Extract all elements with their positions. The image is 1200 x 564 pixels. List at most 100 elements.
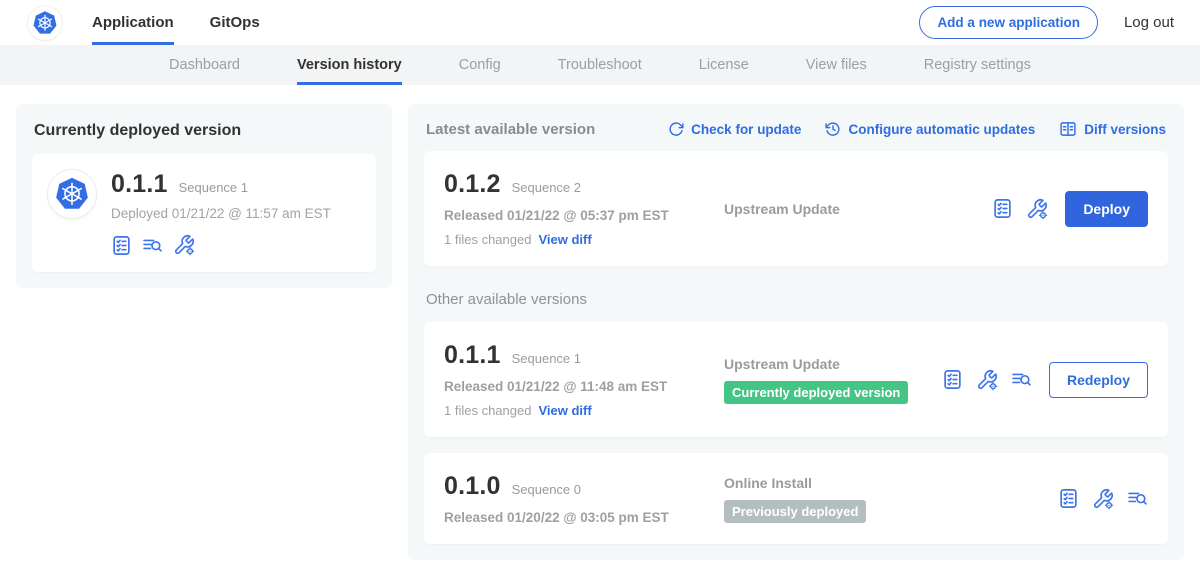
check-for-update-icon xyxy=(668,121,684,137)
deploy-logs-icon[interactable] xyxy=(1127,488,1148,509)
update-actions: Check for update Configure automatic upd… xyxy=(668,120,1166,138)
version-source-col: Upstream Update xyxy=(724,201,992,217)
add-application-button[interactable]: Add a new application xyxy=(919,6,1098,39)
version-line: 0.1.2 Sequence 2 xyxy=(444,170,724,199)
deployed-version-info: 0.1.1 Sequence 1 Deployed 01/21/22 @ 11:… xyxy=(111,170,331,256)
deployed-version-line: 0.1.1 Sequence 1 xyxy=(111,170,331,199)
preflight-checks-icon[interactable] xyxy=(992,198,1013,219)
app-icon-badge xyxy=(48,170,96,218)
version-row-0-1-2: 0.1.2 Sequence 2 Released 01/21/22 @ 05:… xyxy=(424,151,1168,266)
diff-versions-icon xyxy=(1059,120,1077,138)
tab-gitops-label: GitOps xyxy=(210,14,260,31)
subnav-view-files[interactable]: View files xyxy=(806,45,867,85)
logout-button[interactable]: Log out xyxy=(1124,14,1174,31)
version-sequence: Sequence 0 xyxy=(512,482,581,497)
subnav-version-history-label: Version history xyxy=(297,57,402,73)
subnav-troubleshoot-label: Troubleshoot xyxy=(558,57,642,73)
version-released: Released 01/21/22 @ 11:48 am EST xyxy=(444,379,724,394)
available-versions-panel: Latest available version Check for updat… xyxy=(408,104,1184,560)
version-source-col: Upstream Update Currently deployed versi… xyxy=(724,356,942,404)
subnav-registry-settings[interactable]: Registry settings xyxy=(924,45,1031,85)
check-for-update-link[interactable]: Check for update xyxy=(668,121,801,137)
version-source: Online Install xyxy=(724,475,1058,491)
currently-deployed-title: Currently deployed version xyxy=(34,122,374,140)
version-sequence: Sequence 1 xyxy=(512,351,581,366)
version-files-row: 1 files changed View diff xyxy=(444,232,724,247)
configure-automatic-updates-label: Configure automatic updates xyxy=(848,122,1035,137)
edit-config-icon[interactable] xyxy=(976,369,998,391)
tab-application-label: Application xyxy=(92,14,174,31)
latest-available-title: Latest available version xyxy=(426,121,595,138)
configure-automatic-updates-icon xyxy=(825,121,841,137)
version-actions: Deploy xyxy=(992,191,1148,227)
app-header: Application GitOps Add a new application… xyxy=(0,0,1200,45)
tab-gitops[interactable]: GitOps xyxy=(210,0,260,45)
files-changed: 1 files changed xyxy=(444,232,531,247)
preflight-checks-icon[interactable] xyxy=(942,369,963,390)
view-diff-link[interactable]: View diff xyxy=(538,232,591,247)
version-row-0-1-0: 0.1.0 Sequence 0 Released 01/20/22 @ 03:… xyxy=(424,453,1168,544)
main-content: Currently deployed version 0.1.1 Sequenc… xyxy=(0,85,1200,560)
subnav-troubleshoot[interactable]: Troubleshoot xyxy=(558,45,642,85)
subnav-config[interactable]: Config xyxy=(459,45,501,85)
currently-deployed-card: 0.1.1 Sequence 1 Deployed 01/21/22 @ 11:… xyxy=(32,154,376,272)
diff-versions-link[interactable]: Diff versions xyxy=(1059,120,1166,138)
configure-automatic-updates-link[interactable]: Configure automatic updates xyxy=(825,121,1035,137)
subnav-registry-settings-label: Registry settings xyxy=(924,57,1031,73)
preflight-checks-icon[interactable] xyxy=(1058,488,1079,509)
version-row-0-1-1: 0.1.1 Sequence 1 Released 01/21/22 @ 11:… xyxy=(424,322,1168,437)
version-info: 0.1.1 Sequence 1 Released 01/21/22 @ 11:… xyxy=(444,341,724,418)
check-for-update-label: Check for update xyxy=(691,122,801,137)
other-available-title: Other available versions xyxy=(426,291,1166,308)
kubernetes-icon xyxy=(32,10,58,36)
version-number: 0.1.1 xyxy=(444,341,501,370)
subnav-license-label: License xyxy=(699,57,749,73)
diff-versions-label: Diff versions xyxy=(1084,122,1166,137)
subnav-dashboard-label: Dashboard xyxy=(169,57,240,73)
files-changed: 1 files changed xyxy=(444,403,531,418)
subnav-license[interactable]: License xyxy=(699,45,749,85)
subnav-dashboard[interactable]: Dashboard xyxy=(169,45,240,85)
header-spacer xyxy=(260,0,920,45)
currently-deployed-badge: Currently deployed version xyxy=(724,381,908,404)
previously-deployed-badge: Previously deployed xyxy=(724,500,866,523)
version-sequence: Sequence 2 xyxy=(512,180,581,195)
deployed-sequence: Sequence 1 xyxy=(179,180,248,195)
kubernetes-icon xyxy=(54,176,90,212)
version-line: 0.1.1 Sequence 1 xyxy=(444,341,724,370)
deployed-version-number: 0.1.1 xyxy=(111,170,168,199)
tab-application[interactable]: Application xyxy=(92,0,174,45)
deployed-action-icons xyxy=(111,234,331,256)
version-number: 0.1.2 xyxy=(444,170,501,199)
preflight-checks-icon[interactable] xyxy=(111,235,132,256)
header-tabs: Application GitOps xyxy=(92,0,260,45)
redeploy-button[interactable]: Redeploy xyxy=(1049,362,1148,398)
edit-config-icon[interactable] xyxy=(1026,198,1048,220)
version-actions xyxy=(1058,488,1148,510)
edit-config-icon[interactable] xyxy=(1092,488,1114,510)
version-actions: Redeploy xyxy=(942,362,1148,398)
version-info: 0.1.2 Sequence 2 Released 01/21/22 @ 05:… xyxy=(444,170,724,247)
version-released: Released 01/20/22 @ 03:05 pm EST xyxy=(444,510,724,525)
version-info: 0.1.0 Sequence 0 Released 01/20/22 @ 03:… xyxy=(444,472,724,525)
subnav-version-history[interactable]: Version history xyxy=(297,45,402,85)
version-source: Upstream Update xyxy=(724,356,942,372)
deploy-logs-icon[interactable] xyxy=(1011,369,1032,390)
version-line: 0.1.0 Sequence 0 xyxy=(444,472,724,501)
deployed-timestamp: Deployed 01/21/22 @ 11:57 am EST xyxy=(111,206,331,221)
deploy-button[interactable]: Deploy xyxy=(1065,191,1148,227)
currently-deployed-panel: Currently deployed version 0.1.1 Sequenc… xyxy=(16,104,392,288)
view-diff-link[interactable]: View diff xyxy=(538,403,591,418)
version-number: 0.1.0 xyxy=(444,472,501,501)
available-header: Latest available version Check for updat… xyxy=(426,120,1166,138)
subnav-view-files-label: View files xyxy=(806,57,867,73)
version-files-row: 1 files changed View diff xyxy=(444,403,724,418)
edit-config-icon[interactable] xyxy=(173,234,195,256)
subnav-config-label: Config xyxy=(459,57,501,73)
version-source-col: Online Install Previously deployed xyxy=(724,475,1058,523)
deploy-logs-icon[interactable] xyxy=(142,235,163,256)
version-released: Released 01/21/22 @ 05:37 pm EST xyxy=(444,208,724,223)
app-subnav: Dashboard Version history Config Trouble… xyxy=(0,45,1200,85)
version-source: Upstream Update xyxy=(724,201,992,217)
kubernetes-logo xyxy=(28,6,62,40)
